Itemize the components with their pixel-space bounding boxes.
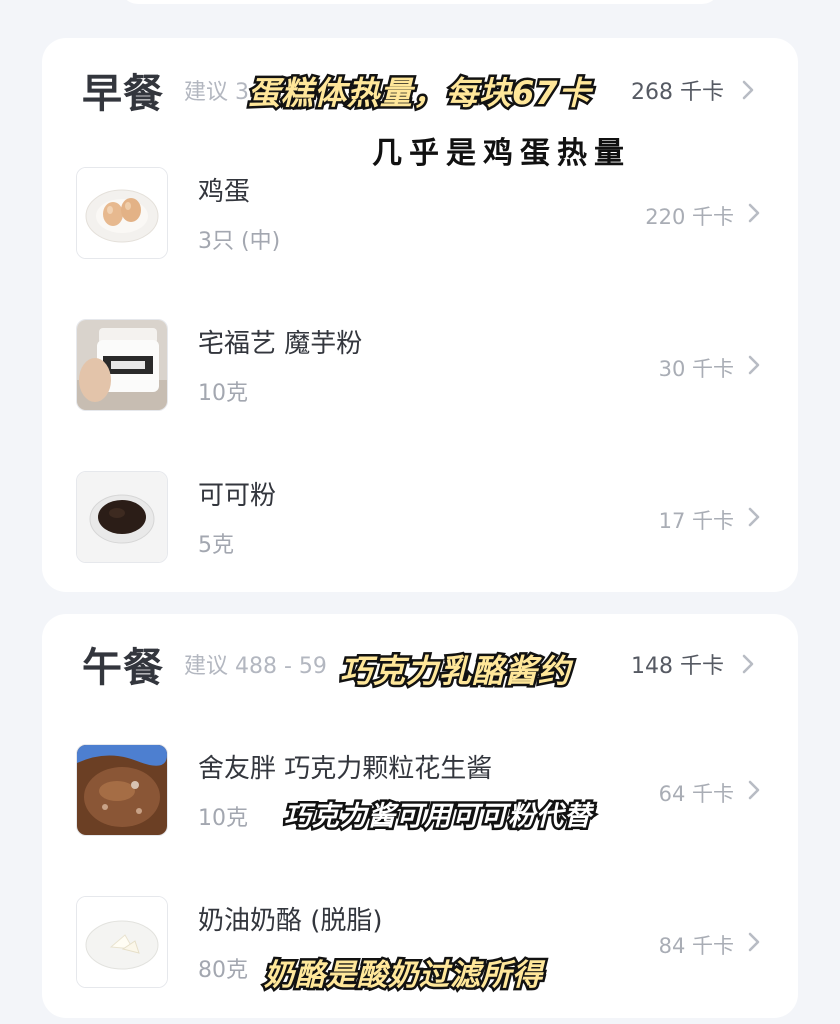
caption-cake-calories: 蛋糕体热量，每块67卡 <box>246 72 594 115</box>
caption-choco-cheese-sauce: 巧克力乳酪酱约 <box>337 650 572 693</box>
previous-card-edge <box>120 0 720 4</box>
food-calories: 220 千卡 <box>645 205 734 229</box>
food-row-konjac[interactable]: 宅福艺 魔芋粉 10克 30 千卡 <box>76 319 764 411</box>
breakfast-title: 早餐 <box>82 71 164 117</box>
food-calories: 64 千卡 <box>658 782 734 806</box>
chevron-right-icon[interactable] <box>744 503 764 531</box>
food-name: 鸡蛋 <box>198 177 251 207</box>
konjac-jar-icon <box>76 319 168 411</box>
food-name: 宅福艺 魔芋粉 <box>198 329 363 359</box>
food-amount: 10克 <box>198 806 248 831</box>
chevron-right-icon[interactable] <box>738 650 758 678</box>
lunch-total-calories: 148 千卡 <box>631 654 724 679</box>
caption-cheese-from-yogurt: 奶酪是酸奶过滤所得 <box>262 956 545 996</box>
cocoa-powder-icon <box>76 471 168 563</box>
lunch-suggestion: 建议 488 - 59 <box>184 654 327 679</box>
food-name: 奶油奶酪 (脱脂) <box>198 906 383 936</box>
chevron-right-icon[interactable] <box>738 76 758 104</box>
chevron-right-icon[interactable] <box>744 351 764 379</box>
food-amount: 80克 <box>198 958 248 983</box>
chevron-right-icon[interactable] <box>744 199 764 227</box>
food-name: 舍友胖 巧克力颗粒花生酱 <box>198 754 493 784</box>
food-name: 可可粉 <box>198 481 277 511</box>
breakfast-suggestion: 建议 3 <box>184 80 249 105</box>
food-row-cocoa[interactable]: 可可粉 5克 17 千卡 <box>76 471 764 563</box>
caption-almost-egg: 几乎是鸡蛋热量 <box>372 136 631 171</box>
food-amount: 5克 <box>198 533 234 558</box>
chevron-right-icon[interactable] <box>744 776 764 804</box>
lunch-title: 午餐 <box>82 645 164 691</box>
caption-choco-substitute: 巧克力酱可用可可粉代替 <box>282 799 594 835</box>
chevron-right-icon[interactable] <box>744 928 764 956</box>
eggs-icon <box>76 167 168 259</box>
chocolate-spread-icon <box>76 744 168 836</box>
food-amount: 3只 (中) <box>198 229 281 254</box>
food-calories: 84 千卡 <box>658 934 734 958</box>
cream-cheese-icon <box>76 896 168 988</box>
food-row-eggs[interactable]: 鸡蛋 3只 (中) 220 千卡 <box>76 167 764 259</box>
food-calories: 30 千卡 <box>658 357 734 381</box>
breakfast-card: 早餐 建议 3 268 千卡 鸡蛋 3只 (中) 220 千卡 宅福艺 魔芋粉 … <box>42 38 798 592</box>
breakfast-total-calories: 268 千卡 <box>631 80 724 105</box>
food-calories: 17 千卡 <box>658 509 734 533</box>
food-amount: 10克 <box>198 381 248 406</box>
